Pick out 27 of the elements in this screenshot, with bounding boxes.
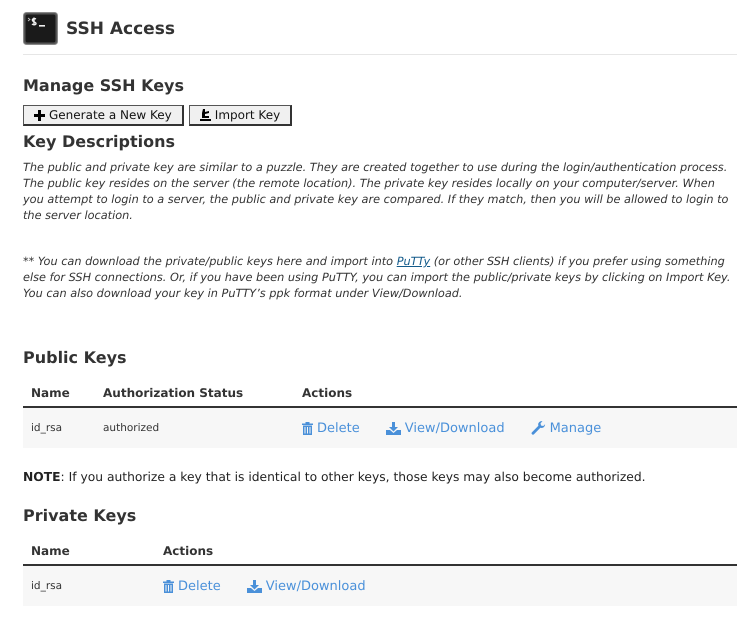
section-heading: Private Keys bbox=[23, 506, 138, 526]
download-icon bbox=[386, 422, 401, 434]
section-heading: Manage SSH Keys bbox=[23, 76, 185, 96]
import-icon bbox=[200, 109, 211, 121]
status-cell: authorized bbox=[95, 407, 294, 448]
wrench-icon bbox=[530, 420, 546, 436]
delete-link[interactable]: Delete bbox=[163, 578, 221, 594]
description-text: The public and private key are similar to a puzzle. They are created together to use during the login/authentication process. The public key resides on the server (the remote location). The private key resides locally on your computer/server. When you attempt to login to a server, the public and private key are compared. If they match, then you will be allowed to login to the server location. bbox=[23, 160, 730, 224]
putty-link[interactable]: PuTTy bbox=[396, 255, 430, 268]
terminal-icon bbox=[23, 12, 58, 45]
import-key-button[interactable]: Import Key bbox=[188, 105, 292, 126]
manage-link[interactable]: Manage bbox=[530, 420, 602, 436]
plus-icon bbox=[34, 110, 45, 120]
note-text: NOTE: If you authorize a key that is identical to other keys, those keys may also become authorized. bbox=[23, 470, 647, 484]
description-text: ** You can download the private/public keys here and import into PuTTy (or other SSH clients) if you prefer using something else for SSH connections. Or, if you have been using PuTTY, you can import the public/private keys by clicking on Import Key. You can also download your key in PuTTY’s ppk format under View/Download. bbox=[23, 254, 732, 302]
section-heading: Public Keys bbox=[23, 348, 128, 368]
key-name-cell: id_rsa bbox=[23, 407, 95, 448]
section-heading: Key Descriptions bbox=[23, 132, 176, 152]
generate-key-button[interactable]: Generate a New Key bbox=[23, 105, 184, 126]
download-link[interactable]: View/Download bbox=[246, 578, 366, 594]
download-link[interactable]: View/Download bbox=[386, 420, 505, 436]
delete-link[interactable]: Delete bbox=[302, 420, 360, 436]
trash-icon bbox=[302, 422, 313, 434]
trash-icon bbox=[163, 580, 174, 592]
download-icon bbox=[246, 580, 262, 592]
key-name-cell: id_rsa bbox=[23, 565, 155, 606]
page-title: SSH Access bbox=[66, 18, 175, 38]
